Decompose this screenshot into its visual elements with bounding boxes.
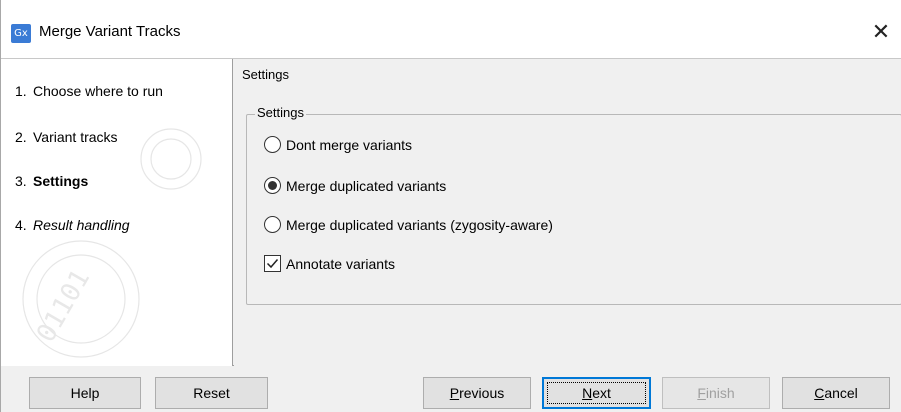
mnemonic: P <box>449 385 460 401</box>
previous-button-label: Previous <box>450 385 504 401</box>
option-dont-merge-variants[interactable]: Dont merge variants <box>264 136 412 153</box>
radio-button[interactable] <box>264 216 281 233</box>
cancel-button[interactable]: Cancel <box>782 377 890 409</box>
label-rest: ext <box>592 385 611 401</box>
option-label: Merge duplicated variants <box>286 177 447 194</box>
reset-button-label: Reset <box>193 385 230 401</box>
finish-button: Finish <box>662 377 770 409</box>
label-rest: inish <box>705 385 735 401</box>
step-variant-tracks: 2. Variant tracks <box>15 129 118 145</box>
title-bar: Gx Merge Variant Tracks ✕ <box>1 0 901 58</box>
group-legend: Settings <box>255 105 306 120</box>
settings-group: Settings Dont merge variants Merge dupli… <box>246 105 901 305</box>
next-button[interactable]: Next <box>542 377 651 409</box>
step-number: 3. <box>15 173 27 189</box>
step-choose-where-to-run: 1. Choose where to run <box>15 83 163 99</box>
option-label: Merge duplicated variants (zygosity-awar… <box>286 216 553 233</box>
checkbox-checked[interactable] <box>264 255 281 272</box>
next-button-label: Next <box>582 385 611 401</box>
label-rest: ancel <box>824 385 858 401</box>
settings-panel: Settings Settings Dont merge variants Me… <box>234 59 901 366</box>
step-label: Result handling <box>33 217 130 233</box>
panel-title: Settings <box>242 67 289 82</box>
cancel-button-label: Cancel <box>814 385 858 401</box>
radio-button-selected[interactable] <box>264 177 281 194</box>
merge-variant-tracks-dialog: Gx Merge Variant Tracks ✕ 01101 1. Choose… <box>0 0 901 412</box>
option-merge-duplicated-variants-zygosity-aware[interactable]: Merge duplicated variants (zygosity-awar… <box>264 216 553 233</box>
checkmark-icon <box>266 259 279 269</box>
step-settings: 3. Settings <box>15 173 88 189</box>
step-number: 2. <box>15 129 27 145</box>
option-label: Dont merge variants <box>286 136 413 153</box>
mnemonic: F <box>697 385 706 401</box>
close-icon[interactable]: ✕ <box>861 15 901 51</box>
step-result-handling: 4. Result handling <box>15 217 130 233</box>
step-number: 1. <box>15 83 27 99</box>
label-rest: revious <box>459 385 505 401</box>
mnemonic: C <box>814 385 825 401</box>
option-merge-duplicated-variants[interactable]: Merge duplicated variants <box>264 177 446 194</box>
help-button[interactable]: Help <box>29 377 141 409</box>
dialog-content: 01101 1. Choose where to run 2. Variant tr… <box>1 58 901 366</box>
mnemonic: N <box>582 385 593 401</box>
radio-button[interactable] <box>264 136 281 153</box>
step-label: Settings <box>33 173 89 189</box>
previous-button[interactable]: Previous <box>423 377 531 409</box>
option-label: Annotate variants <box>286 255 395 272</box>
step-label: Choose where to run <box>33 83 163 99</box>
window-title: Merge Variant Tracks <box>39 23 181 40</box>
reset-button[interactable]: Reset <box>155 377 268 409</box>
svg-text:01101: 01101 <box>31 265 96 348</box>
finish-button-label: Finish <box>697 385 734 401</box>
step-number: 4. <box>15 217 27 233</box>
option-annotate-variants[interactable]: Annotate variants <box>264 255 395 272</box>
step-label: Variant tracks <box>33 129 118 145</box>
app-icon: Gx <box>11 24 31 43</box>
wizard-steps-sidebar: 01101 1. Choose where to run 2. Variant tr… <box>1 59 233 366</box>
help-button-label: Help <box>70 385 100 401</box>
